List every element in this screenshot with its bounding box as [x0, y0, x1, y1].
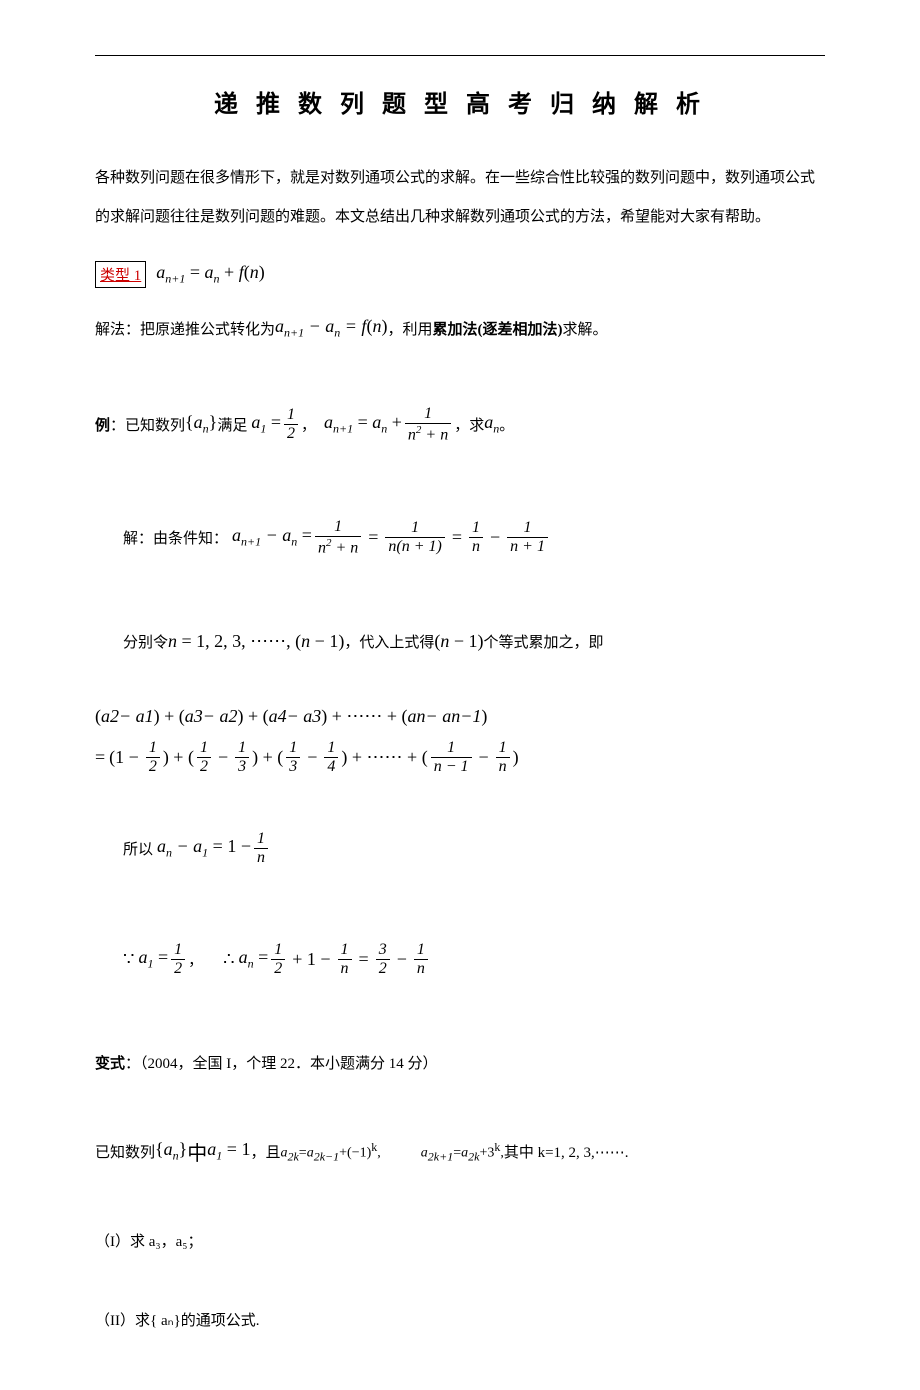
variant-label: 变式 — [95, 1052, 125, 1073]
vp-prefix: 已知数列 — [95, 1141, 155, 1162]
vp-mid: 中 — [187, 1137, 207, 1166]
sum-prefix: 所以 — [123, 838, 153, 859]
variant-citation: ：（2004，全国 I，个理 22．本小题满分 14 分） — [125, 1052, 438, 1073]
example-a1: a1 = — [251, 412, 281, 437]
method-bold: 累加法(逐差相加法) — [432, 318, 562, 339]
example-rec: an+1 = an + — [324, 412, 402, 437]
solution-f1: 1 n2 + n — [315, 518, 361, 557]
vp-a1: a1 = 1 — [207, 1139, 250, 1164]
solution-eq1: = — [368, 527, 378, 548]
sub-tail: 个等式累加之，即 — [484, 631, 604, 652]
sub-prefix: 分别令 — [123, 631, 168, 652]
solution-eq2: = — [452, 527, 462, 548]
because-icon: ∵ — [123, 949, 134, 970]
sub-range: n = 1, 2, 3, ⋯⋯, (n − 1) — [168, 631, 344, 652]
example-dot: 。 — [499, 414, 514, 435]
example-line: 例 ：已知数列 {an} 满足 a1 = 1 2 ， an+1 = an + 1… — [95, 405, 825, 444]
final-line: ∵ a1 = 12 ， ∴ an = 12 + 1 − 1n = 32 − 1n — [95, 941, 825, 978]
sub-mid: ，代入上式得 — [344, 631, 434, 652]
variant-header: 变式 ：（2004，全国 I，个理 22．本小题满分 14 分） — [95, 1052, 825, 1073]
therefore-icon: ∴ — [223, 949, 234, 970]
sum-result-line: 所以 an − a1 = 1 − 1 n — [95, 830, 825, 867]
vp-tail: 其中 k=1, 2, 3,⋯⋯. — [504, 1141, 629, 1162]
final-an: an = — [239, 947, 269, 972]
question-1: （I）求 a₃，a₅； — [95, 1230, 825, 1251]
solution-f3a: 1 n — [469, 519, 483, 556]
solution-prefix: 解：由条件知： — [123, 527, 228, 548]
example-tail: ，求 — [454, 414, 484, 435]
type-1-row: 类型 1 an+1 = an + f(n) — [95, 261, 825, 288]
method-formula: an+1 − an = f(n) — [275, 316, 387, 341]
example-comma1: ， — [301, 414, 316, 435]
substitute-line: 分别令 n = 1, 2, 3, ⋯⋯, (n − 1) ，代入上式得 (n −… — [95, 631, 825, 652]
intro-paragraph: 各种数列问题在很多情形下，就是对数列通项公式的求解。在一些综合性比较强的数列问题… — [95, 159, 825, 237]
method-line: 解法：把原递推公式转化为 an+1 − an = f(n) ，利用 累加法(逐差… — [95, 316, 825, 341]
solution-cond-line: 解：由条件知： an+1 − an = 1 n2 + n = 1 n(n + 1… — [95, 518, 825, 557]
variant-problem-line: 已知数列 {an} 中 a1 = 1 ，且 a2k=a2k−1+(−1)k, a… — [95, 1137, 825, 1166]
top-rule — [95, 55, 825, 56]
expansion-line1: (a2 − a1) + (a3 − a2) + (a4 − a3) + ⋯⋯ +… — [95, 706, 825, 727]
example-a1-frac: 1 2 — [284, 406, 298, 443]
exp-eq: = — [95, 747, 105, 768]
solution-f2: 1 n(n + 1) — [385, 519, 444, 556]
method-suffix: ，利用 — [387, 318, 432, 339]
type-1-formula: an+1 = an + f(n) — [156, 262, 264, 287]
method-prefix: 解法：把原递推公式转化为 — [95, 318, 275, 339]
vp-seq: {an} — [155, 1139, 187, 1164]
example-mid: 满足 — [217, 414, 247, 435]
solution-f3b: 1 n + 1 — [507, 519, 548, 556]
document-page: 递 推 数 列 题 型 高 考 归 纳 解 析 各种数列问题在很多情形下，就是对… — [0, 0, 920, 1390]
sub-count: (n − 1) — [434, 631, 483, 652]
example-seq: {an} — [185, 412, 217, 437]
sum-frac: 1 n — [254, 830, 268, 867]
page-title: 递 推 数 列 题 型 高 考 归 纳 解 析 — [95, 84, 825, 119]
example-an: an — [484, 412, 499, 437]
expansion-line2: = (1 − 12 ) + ( 12 − 13 ) + ( 13 − 14 ) … — [95, 739, 825, 776]
vp-cond1-pre: ，且 — [250, 1141, 280, 1162]
question-2: （II）求{ aₙ}的通项公式. — [95, 1309, 825, 1330]
solution-minus: − — [490, 527, 500, 548]
method-tail: 求解。 — [562, 318, 607, 339]
vp-cond1: a2k=a2k−1+(−1)k, — [280, 1140, 380, 1164]
example-label: 例 — [95, 414, 110, 435]
final-a1: a1 = — [138, 947, 168, 972]
final-comma: ， — [188, 949, 203, 970]
example-rec-frac: 1 n2 + n — [405, 405, 451, 444]
solution-lhs: an+1 − an = — [232, 525, 312, 550]
type-1-label: 类型 1 — [95, 261, 146, 288]
sum-lhs: an − a1 = 1 − — [157, 836, 251, 861]
example-prefix: ：已知数列 — [110, 414, 185, 435]
vp-cond2: a2k+1=a2k+3k, — [421, 1140, 504, 1164]
